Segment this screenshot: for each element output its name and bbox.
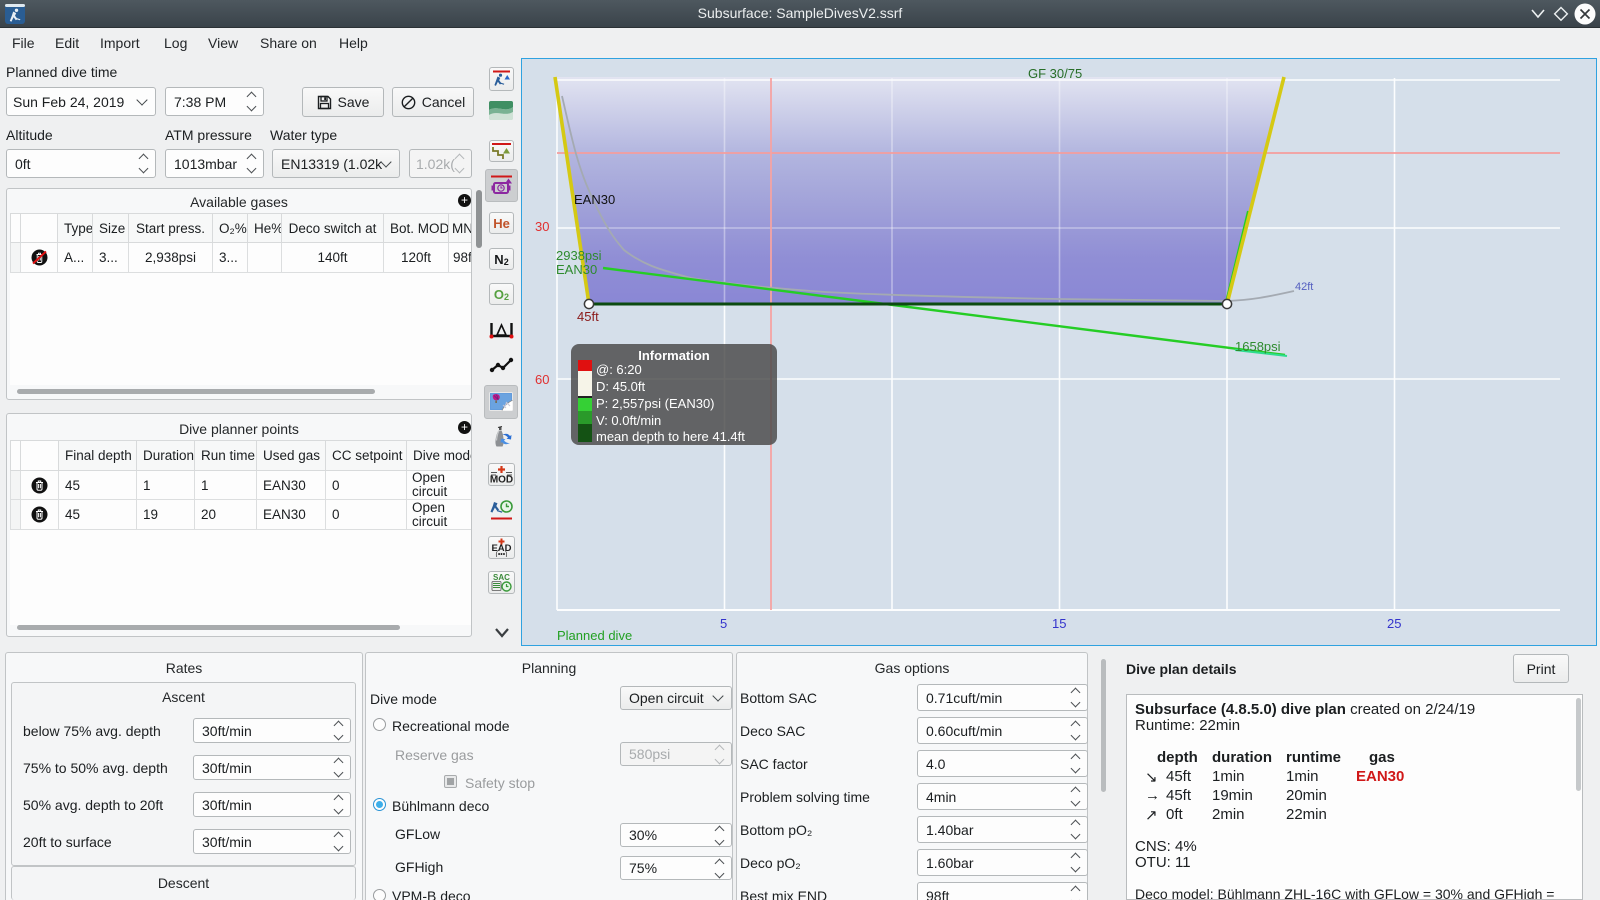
svg-text:MOD: MOD <box>490 475 513 485</box>
svg-text:@: 6:20: @: 6:20 <box>596 362 642 377</box>
svg-text:GF 30/75: GF 30/75 <box>1028 66 1082 81</box>
svg-text:45ft: 45ft <box>577 309 599 324</box>
svg-text:30: 30 <box>535 219 549 234</box>
svg-text:EAN30: EAN30 <box>574 192 615 207</box>
svg-text:EAN30: EAN30 <box>556 262 597 277</box>
svg-text:5: 5 <box>720 616 727 631</box>
svg-text:25: 25 <box>1387 616 1401 631</box>
svg-text:D: 45.0ft: D: 45.0ft <box>596 379 646 394</box>
svg-text:Information: Information <box>638 348 710 363</box>
svg-text:42ft: 42ft <box>1295 281 1313 293</box>
svg-text:(•••): (•••) <box>495 552 507 558</box>
svg-text:SAC: SAC <box>493 573 510 582</box>
svg-text:15: 15 <box>1052 616 1066 631</box>
svg-text:mean depth to here 41.4ft: mean depth to here 41.4ft <box>596 429 745 444</box>
svg-text:Planned dive: Planned dive <box>557 628 632 643</box>
svg-text:2938psi: 2938psi <box>556 248 602 263</box>
svg-text:P: 2,557psi (EAN30): P: 2,557psi (EAN30) <box>596 396 715 411</box>
svg-text:60: 60 <box>535 372 549 387</box>
svg-text:1658psi: 1658psi <box>1235 339 1281 354</box>
svg-text:V: 0.0ft/min: V: 0.0ft/min <box>596 413 661 428</box>
